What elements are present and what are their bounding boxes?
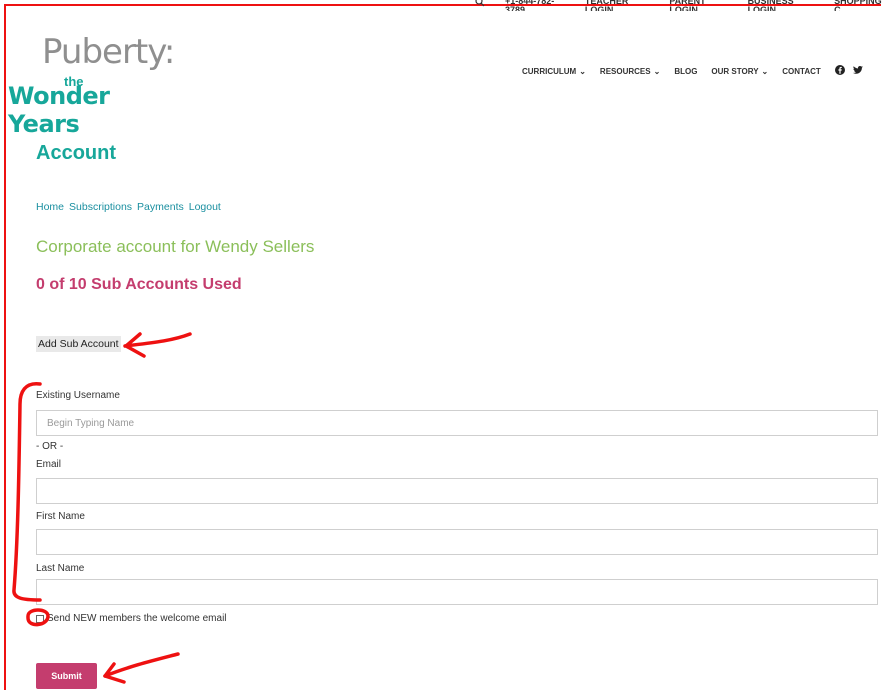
last-name-field[interactable]: [36, 579, 878, 605]
chevron-down-icon: ⌄: [761, 66, 769, 76]
welcome-email-checkbox[interactable]: [36, 614, 44, 623]
logo-line-3: Wonder Years: [8, 82, 110, 138]
submit-button[interactable]: Submit: [36, 663, 97, 689]
nav-item-contact[interactable]: CONTACT: [782, 67, 821, 76]
nav-item-blog[interactable]: BLOG: [674, 67, 697, 76]
first-name-label: First Name: [36, 511, 85, 522]
logo-line-1: Puberty:: [42, 32, 175, 72]
or-separator: - OR -: [36, 441, 64, 452]
email-field[interactable]: [36, 478, 878, 504]
parent-login-link[interactable]: PARENT LOGIN: [669, 0, 727, 11]
welcome-email-option: Send NEW members the welcome email: [36, 613, 227, 624]
phone-link[interactable]: +1-844-782-3789: [505, 0, 565, 11]
add-sub-account-button[interactable]: Add Sub Account: [36, 336, 121, 352]
chevron-down-icon: ⌄: [653, 66, 661, 76]
utility-bar: +1-844-782-3789 TEACHER LOGIN PARENT LOG…: [475, 0, 883, 11]
nav-item-our-story[interactable]: OUR STORY ⌄: [711, 67, 768, 76]
page-title: Account: [36, 142, 116, 164]
corporate-account-title: Corporate account for Wendy Sellers: [36, 237, 315, 256]
tab-logout[interactable]: Logout: [189, 201, 221, 213]
site-logo[interactable]: Puberty: the Wonder Years: [8, 32, 188, 138]
twitter-icon[interactable]: [852, 65, 863, 77]
sub-accounts-usage: 0 of 10 Sub Accounts Used: [36, 276, 242, 293]
tab-subscriptions[interactable]: Subscriptions: [69, 201, 132, 213]
account-tabs: Home Subscriptions Payments Logout: [36, 201, 221, 213]
first-name-field[interactable]: [36, 529, 878, 555]
shopping-link[interactable]: SHOPPING C: [834, 0, 883, 11]
chevron-down-icon: ⌄: [579, 66, 586, 76]
social-links: [834, 65, 863, 77]
welcome-email-label: Send NEW members the welcome email: [47, 613, 227, 624]
search-icon[interactable]: [475, 0, 485, 9]
email-label: Email: [36, 459, 62, 470]
main-nav: CURRICULUM ⌄ RESOURCES ⌄ BLOG OUR STORY ⌄ C…: [522, 65, 863, 77]
facebook-icon[interactable]: [834, 65, 845, 77]
nav-item-resources[interactable]: RESOURCES ⌄: [600, 67, 660, 76]
last-name-label: Last Name: [36, 563, 85, 574]
tab-home[interactable]: Home: [36, 201, 64, 213]
tab-payments[interactable]: Payments: [137, 201, 184, 213]
existing-username-input[interactable]: [36, 410, 878, 436]
teacher-login-link[interactable]: TEACHER LOGIN: [585, 0, 649, 11]
business-login-link[interactable]: BUSINESS LOGIN: [748, 0, 815, 11]
existing-username-label: Existing Username: [36, 390, 120, 401]
nav-item-curriculum[interactable]: CURRICULUM ⌄: [522, 67, 586, 76]
